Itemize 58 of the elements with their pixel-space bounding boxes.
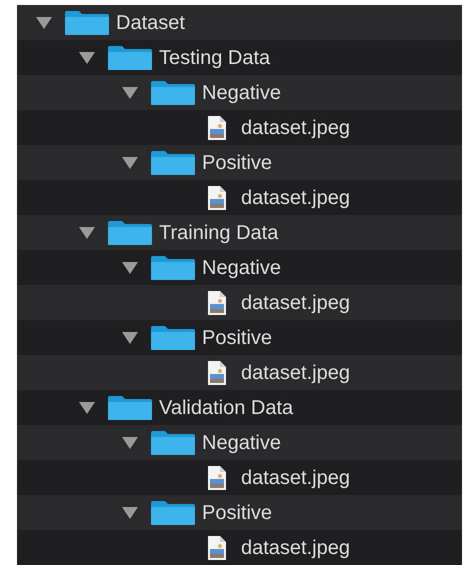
list-row[interactable]: dataset.jpeg xyxy=(17,285,462,320)
list-row[interactable]: Negative xyxy=(17,250,462,285)
expanded-triangle-icon[interactable] xyxy=(79,52,95,64)
file-name: dataset.jpeg xyxy=(241,360,350,386)
expanded-triangle-icon[interactable] xyxy=(122,156,138,168)
folder-name: Negative xyxy=(202,256,281,280)
folder-icon xyxy=(150,430,196,456)
folder-icon xyxy=(107,44,153,70)
list-row[interactable]: Positive xyxy=(17,145,462,180)
folder-icon xyxy=(107,220,153,246)
folder-icon xyxy=(150,254,196,280)
list-row[interactable]: Negative xyxy=(17,425,462,460)
list-row[interactable]: Validation Data xyxy=(17,390,462,425)
image-file-icon xyxy=(207,464,227,490)
file-name: dataset.jpeg xyxy=(241,290,350,316)
folder-name: Positive xyxy=(202,500,272,526)
list-row[interactable]: dataset.jpeg xyxy=(17,110,462,145)
file-name: dataset.jpeg xyxy=(241,116,350,140)
list-row[interactable]: dataset.jpeg xyxy=(17,530,462,565)
expanded-triangle-icon[interactable] xyxy=(122,86,138,98)
folder-name: Dataset xyxy=(116,10,185,36)
expanded-triangle-icon[interactable] xyxy=(36,16,52,28)
list-row[interactable]: Dataset xyxy=(17,5,462,40)
expanded-triangle-icon[interactable] xyxy=(122,332,138,344)
list-row[interactable]: Positive xyxy=(17,495,462,530)
file-name: dataset.jpeg xyxy=(241,536,350,560)
folder-icon xyxy=(150,150,196,176)
folder-icon xyxy=(107,394,153,420)
file-name: dataset.jpeg xyxy=(241,186,350,210)
list-row[interactable]: Negative xyxy=(17,75,462,110)
folder-name: Negative xyxy=(202,80,281,106)
expanded-triangle-icon[interactable] xyxy=(79,402,95,414)
list-row[interactable]: dataset.jpeg xyxy=(17,460,462,495)
file-name: dataset.jpeg xyxy=(241,466,350,490)
expanded-triangle-icon[interactable] xyxy=(122,436,138,448)
list-row[interactable]: Positive xyxy=(17,320,462,355)
folder-name: Negative xyxy=(202,430,281,456)
list-row[interactable]: dataset.jpeg xyxy=(17,180,462,215)
folder-name: Training Data xyxy=(159,220,278,246)
folder-name: Positive xyxy=(202,326,272,350)
image-file-icon xyxy=(207,114,227,140)
folder-icon xyxy=(150,500,196,526)
folder-icon xyxy=(150,324,196,350)
list-row[interactable]: Testing Data xyxy=(17,40,462,75)
image-file-icon xyxy=(207,290,227,316)
folder-icon xyxy=(150,80,196,106)
list-row[interactable]: Training Data xyxy=(17,215,462,250)
folder-icon xyxy=(64,10,110,36)
folder-name: Positive xyxy=(202,150,272,176)
expanded-triangle-icon[interactable] xyxy=(122,506,138,518)
image-file-icon xyxy=(207,534,227,560)
image-file-icon xyxy=(207,184,227,210)
folder-name: Validation Data xyxy=(159,396,294,420)
folder-name: Testing Data xyxy=(159,46,270,70)
image-file-icon xyxy=(207,360,227,386)
expanded-triangle-icon[interactable] xyxy=(122,262,138,274)
expanded-triangle-icon[interactable] xyxy=(79,226,95,238)
list-row[interactable]: dataset.jpeg xyxy=(17,355,462,390)
